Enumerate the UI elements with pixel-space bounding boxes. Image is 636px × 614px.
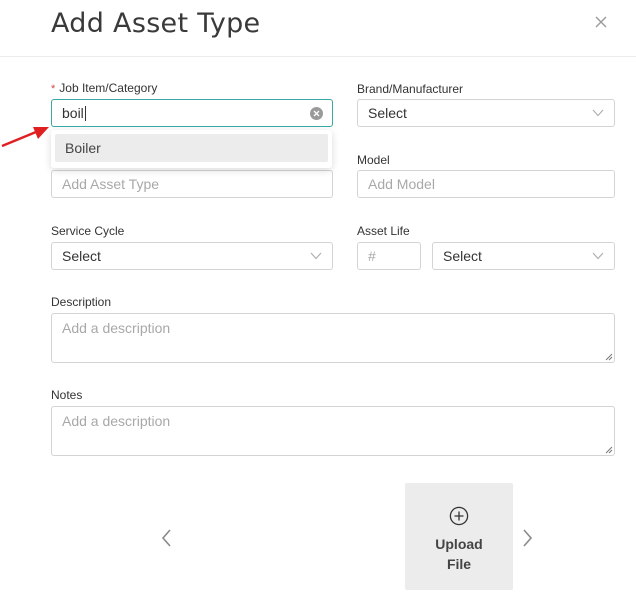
- description-textarea[interactable]: Add a description: [51, 313, 615, 363]
- chevron-down-icon: [592, 109, 604, 117]
- brand-select[interactable]: Select: [357, 99, 615, 127]
- clear-icon: [313, 110, 320, 117]
- close-icon: [595, 16, 607, 28]
- header-divider: [0, 56, 636, 57]
- asset-life-number-placeholder: #: [368, 248, 376, 264]
- brand-select-value: Select: [368, 105, 407, 121]
- asset-type-input[interactable]: Add Asset Type: [51, 170, 333, 198]
- description-label: Description: [51, 295, 112, 309]
- plus-circle-icon: [449, 506, 469, 526]
- resize-handle-icon[interactable]: [604, 445, 613, 454]
- chevron-down-icon: [310, 252, 322, 260]
- brand-label: Brand/Manufacturer: [357, 82, 464, 96]
- clear-button[interactable]: [310, 107, 323, 120]
- model-placeholder: Add Model: [368, 176, 435, 192]
- model-label: Model: [357, 153, 390, 167]
- chevron-right-icon: [523, 529, 533, 547]
- chevron-left-icon: [161, 529, 171, 547]
- description-placeholder: Add a description: [62, 320, 171, 336]
- notes-label: Notes: [51, 388, 83, 402]
- notes-textarea[interactable]: Add a description: [51, 406, 615, 456]
- prev-button[interactable]: [159, 526, 175, 550]
- service-cycle-value: Select: [62, 248, 101, 264]
- service-cycle-label: Service Cycle: [51, 224, 125, 238]
- autocomplete-dropdown: Boiler: [51, 130, 332, 168]
- model-input[interactable]: Add Model: [357, 170, 615, 198]
- upload-file-button[interactable]: Upload File: [405, 483, 513, 590]
- red-arrow-icon: [1, 127, 49, 148]
- asset-type-placeholder: Add Asset Type: [62, 176, 160, 192]
- job-item-input[interactable]: boil: [51, 99, 333, 127]
- resize-handle-icon[interactable]: [604, 352, 613, 361]
- next-button[interactable]: [519, 526, 535, 550]
- job-item-label: * Job Item/Category: [51, 81, 158, 95]
- job-item-value: boil: [62, 105, 84, 121]
- chevron-down-icon: [592, 252, 604, 260]
- service-cycle-select[interactable]: Select: [51, 242, 333, 270]
- dialog-title: Add Asset Type: [51, 8, 261, 39]
- notes-placeholder: Add a description: [62, 413, 171, 429]
- required-marker: *: [51, 83, 56, 95]
- upload-file-label: Upload File: [435, 536, 483, 572]
- asset-life-number-input[interactable]: #: [357, 242, 421, 270]
- dropdown-option-boiler[interactable]: Boiler: [55, 134, 328, 162]
- text-cursor: [84, 105, 86, 121]
- asset-life-unit-value: Select: [443, 248, 482, 264]
- asset-life-unit-select[interactable]: Select: [432, 242, 615, 270]
- close-button[interactable]: [593, 14, 609, 30]
- asset-life-label: Asset Life: [357, 224, 410, 238]
